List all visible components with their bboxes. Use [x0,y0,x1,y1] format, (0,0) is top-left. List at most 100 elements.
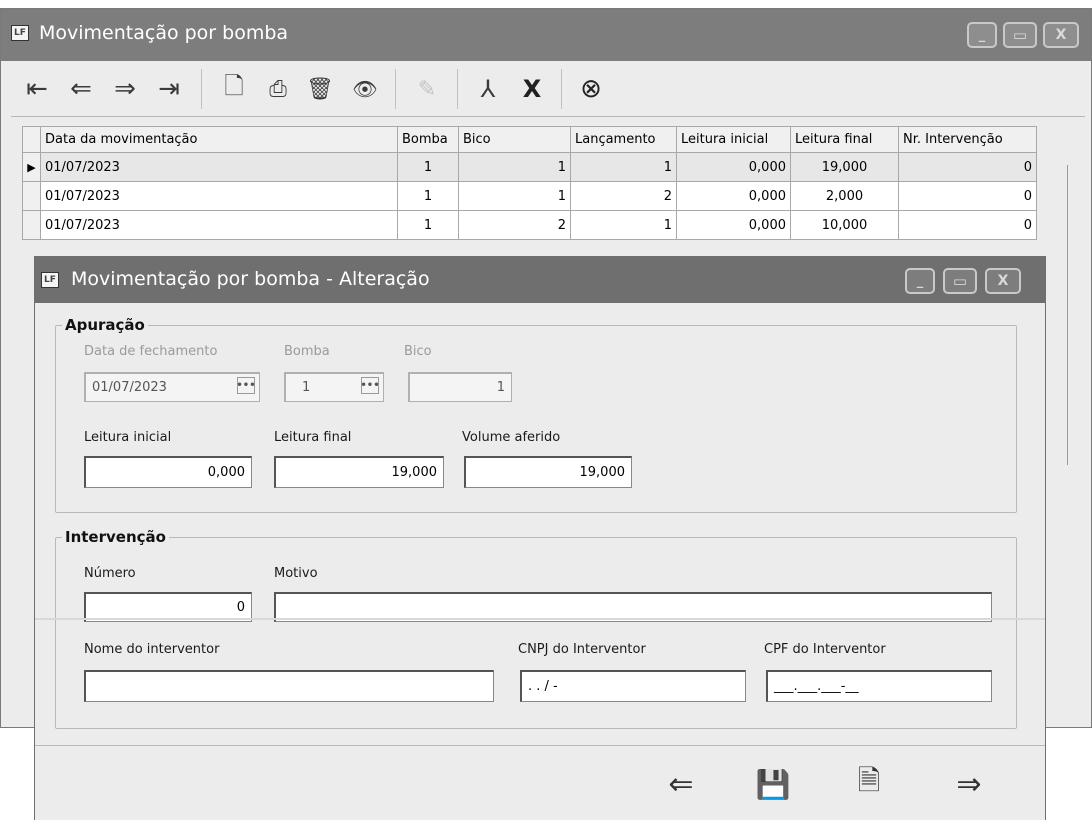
cell-date[interactable]: 01/07/2023 [40,152,398,182]
data-fechamento-picker-button[interactable]: ••• [236,377,256,394]
bomba-lookup-button[interactable]: ••• [360,377,380,394]
cnpj-interventor-field[interactable]: . . / - [520,670,746,702]
leitura-inicial-label: Leitura inicial [84,430,172,445]
edit-icon[interactable]: ✎ [409,71,445,107]
window-title: Movimentação por bomba [39,22,289,44]
last-record-icon[interactable]: ⇥ [151,71,187,107]
column-header[interactable]: Leitura final [790,126,899,153]
scrollbar-thumb[interactable] [1067,165,1073,465]
cell-bomba[interactable]: 1 [397,181,459,211]
column-header[interactable]: Lançamento [570,126,677,153]
cell-leitura-final[interactable]: 10,000 [790,210,899,240]
cell-date[interactable]: 01/07/2023 [40,210,398,240]
data-fechamento-field: 01/07/2023 ••• [84,372,260,402]
apuracao-legend: Apuração [62,316,148,334]
main-window-titlebar[interactable]: LF Movimentação por bomba _ ▭ X [1,9,1091,61]
cell-nr-intervencao[interactable]: 0 [898,152,1037,182]
column-header[interactable]: Nr. Intervenção [898,126,1037,153]
minimize-button[interactable]: _ [967,22,997,48]
cell-leitura-final[interactable]: 19,000 [790,152,899,182]
cell-leitura-inicial[interactable]: 0,000 [676,152,791,182]
save-icon[interactable]: 💾 [751,764,795,804]
column-header[interactable]: Bico [458,126,571,153]
close-button[interactable]: X [985,268,1021,294]
volume-aferido-field[interactable]: 19,000 [464,456,632,488]
toolbar-separator [561,69,562,109]
first-record-icon[interactable]: ⇤ [19,71,55,107]
minimize-button[interactable]: _ [905,268,935,294]
excel-export-icon[interactable]: X [515,71,549,107]
cell-lancamento[interactable]: 1 [570,152,677,182]
column-header[interactable]: Leitura inicial [676,126,791,153]
maximize-button[interactable]: ▭ [943,268,977,294]
cell-nr-intervencao[interactable]: 0 [898,181,1037,211]
row-indicator [22,210,41,240]
cpf-interventor-label: CPF do Interventor [764,642,886,657]
bico-field: 1 [408,372,512,402]
previous-record-icon[interactable]: ⇐ [659,764,703,804]
leitura-final-label: Leitura final [274,430,352,445]
cell-bico[interactable]: 1 [458,152,571,182]
motivo-label: Motivo [274,566,318,581]
apuracao-group: Apuração Data de fechamento 01/07/2023 •… [55,316,1017,513]
row-indicator [22,181,41,211]
new-document-icon[interactable]: 🗋 [217,71,251,107]
toolbar-separator [395,69,396,109]
grid-header-row: Data da movimentação Bomba Bico Lançamen… [22,126,1037,153]
column-header[interactable]: Data da movimentação [40,126,398,153]
toolbar-separator [457,69,458,109]
maximize-button[interactable]: ▭ [1003,22,1037,48]
next-record-icon[interactable]: ⇒ [947,764,991,804]
cell-nr-intervencao[interactable]: 0 [898,210,1037,240]
toolbar: ⇤ ⇐ ⇒ ⇥ 🗋 ⎙ 🗑 👁 ✎ ⅄ X ⊗ [11,61,1085,117]
delete-icon[interactable]: 🗑 [303,71,337,107]
data-fechamento-value: 01/07/2023 [92,380,167,395]
pdf-export-icon[interactable]: ⅄ [471,71,505,107]
data-fechamento-label: Data de fechamento [84,344,218,359]
cell-date[interactable]: 01/07/2023 [40,181,398,211]
dialog-title: Movimentação por bomba - Alteração [71,268,430,290]
vertical-scrollbar[interactable] [1059,135,1083,655]
cell-leitura-final[interactable]: 2,000 [790,181,899,211]
selected-row-indicator: ▶ [22,152,41,182]
cell-leitura-inicial[interactable]: 0,000 [676,210,791,240]
nome-interventor-label: Nome do interventor [84,642,220,657]
table-row[interactable]: 01/07/2023 1 1 2 0,000 2,000 0 [22,181,1037,211]
edit-dialog: LF Movimentação por bomba - Alteração _ … [34,256,1046,820]
bomba-value: 1 [302,380,311,395]
next-record-icon[interactable]: ⇒ [107,71,143,107]
app-icon: LF [11,25,29,41]
dialog-titlebar[interactable]: LF Movimentação por bomba - Alteração _ … [35,257,1045,303]
duplicate-icon[interactable]: ⎙ [261,71,295,107]
cell-bico[interactable]: 1 [458,181,571,211]
bomba-label: Bomba [284,344,330,359]
cpf-interventor-field[interactable]: ___.___.___-__ [766,670,992,702]
leitura-inicial-field[interactable]: 0,000 [84,456,252,488]
cell-bomba[interactable]: 1 [397,210,459,240]
previous-record-icon[interactable]: ⇐ [63,71,99,107]
intervencao-legend: Intervenção [62,528,169,546]
bico-label: Bico [404,344,432,359]
cnpj-interventor-label: CNPJ do Interventor [518,642,646,657]
cell-bico[interactable]: 2 [458,210,571,240]
column-header[interactable]: Bomba [397,126,459,153]
cell-lancamento[interactable]: 2 [570,181,677,211]
render-seam [35,618,1045,620]
row-indicator-header [22,126,41,153]
table-row[interactable]: ▶ 01/07/2023 1 1 1 0,000 19,000 0 [22,152,1037,182]
cancel-edit-icon[interactable]: 🗎 [847,764,891,804]
volume-aferido-label: Volume aferido [462,430,561,445]
dialog-footer: ⇐ 💾 🗎 ⇒ [35,745,1045,820]
cell-leitura-inicial[interactable]: 0,000 [676,181,791,211]
nome-interventor-field[interactable] [84,670,494,702]
intervencao-group: Intervenção Número 0 Motivo Nome do inte… [55,528,1017,729]
close-button[interactable]: X [1043,22,1079,48]
cancel-icon[interactable]: ⊗ [573,71,609,107]
leitura-final-field[interactable]: 19,000 [274,456,444,488]
view-icon[interactable]: 👁 [347,71,383,107]
table-row[interactable]: 01/07/2023 1 2 1 0,000 10,000 0 [22,210,1037,240]
cell-lancamento[interactable]: 1 [570,210,677,240]
movements-grid: Data da movimentação Bomba Bico Lançamen… [22,126,1042,240]
numero-label: Número [84,566,136,581]
cell-bomba[interactable]: 1 [397,152,459,182]
